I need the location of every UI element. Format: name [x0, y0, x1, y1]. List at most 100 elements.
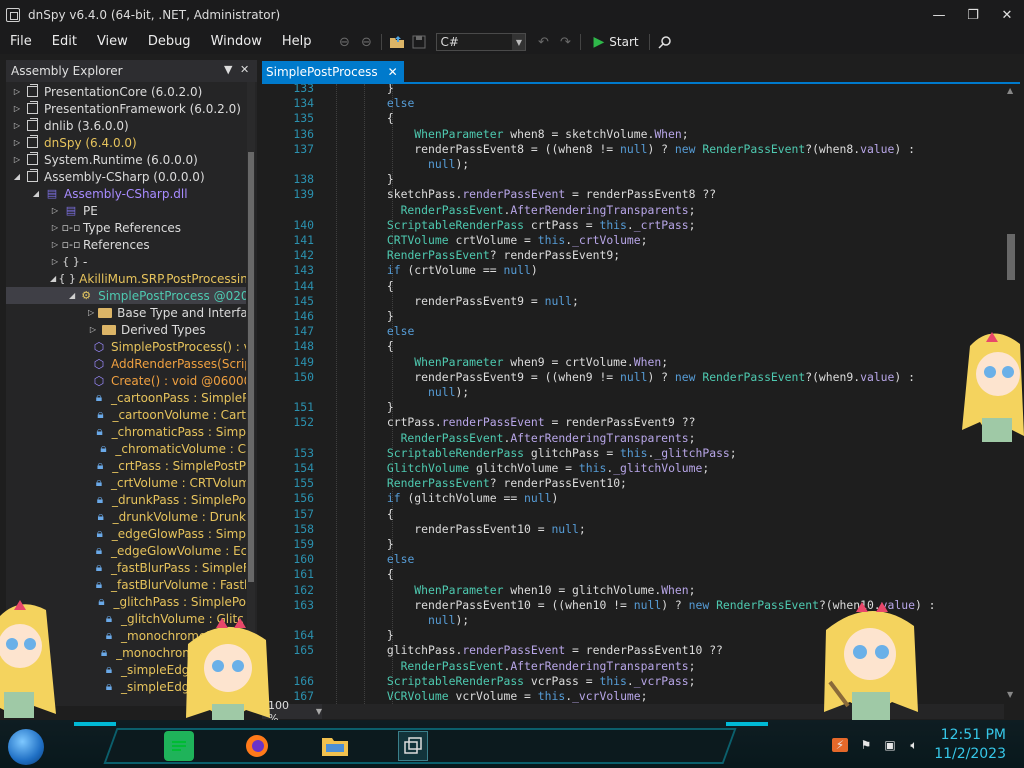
notepad-app-icon[interactable] — [164, 731, 194, 761]
expand-arrow-icon[interactable]: ▷ — [12, 104, 22, 113]
code-line[interactable]: RenderPassEvent.AfterRenderingTransparen… — [332, 203, 696, 217]
tree-node[interactable]: 🔒︎ _drunkPass : SimplePo — [6, 491, 246, 508]
navigate-forward-icon[interactable]: ⊖ — [356, 32, 376, 52]
tree-node[interactable]: ◢ Assembly-CSharp (0.0.0.0) — [6, 168, 246, 185]
tree-node[interactable]: 🔒︎ _fastBlurVolume : Fastl — [6, 576, 246, 593]
code-line[interactable]: else — [332, 96, 414, 110]
dnspy-taskbar-icon[interactable] — [398, 731, 428, 761]
save-all-icon[interactable] — [409, 32, 429, 52]
file-explorer-icon[interactable] — [320, 731, 350, 761]
tree-node[interactable]: 🔒︎ _crtVolume : CRTVolum — [6, 474, 246, 491]
code-line[interactable]: ScriptableRenderPass crtPass = this._crt… — [332, 218, 696, 232]
tree-node[interactable]: ▷ Derived Types — [6, 321, 246, 338]
code-line[interactable]: ScriptableRenderPass glitchPass = this._… — [332, 446, 737, 460]
tray-app-icon[interactable]: ⚡ — [832, 738, 848, 752]
code-line[interactable]: WhenParameter when8 = sketchVolume.When; — [332, 127, 688, 141]
expand-arrow-icon[interactable]: ▷ — [12, 121, 22, 130]
network-icon[interactable]: ▣ — [882, 738, 898, 752]
collapse-arrow-icon[interactable]: ◢ — [12, 172, 22, 181]
firefox-icon[interactable] — [242, 731, 272, 761]
tree-node[interactable]: ▷ System.Runtime (6.0.0.0) — [6, 151, 246, 168]
code-line[interactable]: renderPassEvent10 = null; — [332, 522, 585, 536]
code-line[interactable]: } — [332, 84, 394, 95]
tree-node[interactable]: 🔒︎ _cartoonPass : SimpleP — [6, 389, 246, 406]
start-debug-button[interactable]: ▶ Start — [593, 34, 638, 50]
code-line[interactable]: if (crtVolume == null) — [332, 263, 538, 277]
language-select[interactable]: C# ▼ — [436, 33, 527, 51]
menu-file[interactable]: File — [0, 30, 42, 54]
tree-node[interactable]: 🔒︎ _edgeGlowVolume : Ec — [6, 542, 246, 559]
tree-node[interactable]: ⬡ Create() : void @06000 — [6, 372, 246, 389]
expand-arrow-icon[interactable]: ▷ — [50, 257, 60, 266]
tree-node[interactable]: 🔒︎ _chromaticPass : Simp — [6, 423, 246, 440]
tree-node[interactable]: 🔒︎ _edgeGlowPass : Simp — [6, 525, 246, 542]
tree-node[interactable]: 🔒︎ _crtPass : SimplePostP — [6, 457, 246, 474]
code-line[interactable]: } — [332, 309, 394, 323]
tab-simplepostprocess[interactable]: SimplePostProcess ✕ — [262, 61, 404, 82]
code-line[interactable]: RenderPassEvent.AfterRenderingTransparen… — [332, 431, 696, 445]
expand-arrow-icon[interactable]: ▷ — [12, 138, 22, 147]
collapse-arrow-icon[interactable]: ◢ — [31, 189, 41, 198]
code-line[interactable]: } — [332, 400, 394, 414]
tree-node[interactable]: ▷ PresentationCore (6.0.2.0) — [6, 83, 246, 100]
explorer-scroll-thumb[interactable] — [248, 152, 254, 582]
action-center-flag-icon[interactable]: ⚑ — [858, 738, 874, 752]
tree-node[interactable]: ▷ ▤ PE — [6, 202, 246, 219]
code-line[interactable]: VCRVolume vcrVolume = this._vcrVolume; — [332, 689, 648, 703]
code-line[interactable]: crtPass.renderPassEvent = renderPassEven… — [332, 415, 696, 429]
code-line[interactable]: else — [332, 552, 414, 566]
code-line[interactable]: { — [332, 111, 394, 125]
code-line[interactable]: { — [332, 507, 394, 521]
maximize-button[interactable]: ❐ — [956, 0, 990, 30]
tree-node[interactable]: ◢{ } AkilliMum.SRP.PostProcessing — [6, 270, 246, 287]
expand-arrow-icon[interactable]: ▷ — [12, 87, 22, 96]
menu-debug[interactable]: Debug — [138, 30, 201, 54]
code-line[interactable]: } — [332, 537, 394, 551]
expand-arrow-icon[interactable]: ▷ — [50, 223, 60, 232]
code-line[interactable]: { — [332, 339, 394, 353]
tree-node[interactable]: ⬡ AddRenderPasses(Scrip — [6, 355, 246, 372]
expand-arrow-icon[interactable]: ▷ — [88, 308, 94, 317]
tree-node[interactable]: 🔒︎ _fastBlurPass : SimpleF — [6, 559, 246, 576]
menu-edit[interactable]: Edit — [42, 30, 87, 54]
navigate-back-icon[interactable]: ⊖ — [334, 32, 354, 52]
explorer-scrollbar[interactable] — [247, 82, 255, 702]
tree-node[interactable]: 🔒︎ _chromaticVolume : C — [6, 440, 246, 457]
search-icon[interactable] — [655, 32, 675, 52]
code-line[interactable]: RenderPassEvent.AfterRenderingTransparen… — [332, 659, 696, 673]
tree-node[interactable]: ▷ Base Type and Interfac — [6, 304, 246, 321]
close-button[interactable]: ✕ — [990, 0, 1024, 30]
code-line[interactable]: { — [332, 567, 394, 581]
expand-arrow-icon[interactable]: ▷ — [12, 155, 22, 164]
menu-view[interactable]: View — [87, 30, 138, 54]
code-line[interactable]: } — [332, 628, 394, 642]
code-line[interactable]: sketchPass.renderPassEvent = renderPassE… — [332, 187, 716, 201]
collapse-arrow-icon[interactable]: ◢ — [69, 291, 75, 300]
tree-node[interactable]: ▷{ } - — [6, 253, 246, 270]
tree-node[interactable]: ◢ ▤ Assembly-CSharp.dll — [6, 185, 246, 202]
code-line[interactable]: } — [332, 172, 394, 186]
scroll-up-icon[interactable]: ▲ — [1007, 86, 1013, 95]
collapse-arrow-icon[interactable]: ◢ — [50, 274, 56, 283]
tree-node[interactable]: ▷ dnlib (3.6.0.0) — [6, 117, 246, 134]
code-line[interactable]: { — [332, 279, 394, 293]
undo-icon[interactable]: ↶ — [533, 32, 553, 52]
tree-node[interactable]: 🔒︎ _cartoonVolume : Cart — [6, 406, 246, 423]
expand-arrow-icon[interactable]: ▷ — [50, 206, 60, 215]
scroll-down-icon[interactable]: ▼ — [1007, 690, 1013, 699]
code-line[interactable]: null); — [332, 157, 469, 171]
code-line[interactable]: RenderPassEvent? renderPassEvent9; — [332, 248, 620, 262]
code-line[interactable]: null); — [332, 613, 469, 627]
code-line[interactable]: glitchPass.renderPassEvent = renderPassE… — [332, 643, 723, 657]
code-line[interactable]: ScriptableRenderPass vcrPass = this._vcr… — [332, 674, 696, 688]
minimize-button[interactable]: — — [922, 0, 956, 30]
start-orb-icon[interactable] — [8, 729, 44, 765]
code-line[interactable]: if (glitchVolume == null) — [332, 491, 558, 505]
close-tab-icon[interactable]: ✕ — [388, 65, 398, 79]
panel-menu-chevron-icon[interactable]: ▼ — [224, 63, 232, 76]
code-line[interactable]: CRTVolume crtVolume = this._crtVolume; — [332, 233, 648, 247]
code-line[interactable]: renderPassEvent8 = ((when8 != null) ? ne… — [332, 142, 915, 156]
code-line[interactable]: WhenParameter when9 = crtVolume.When; — [332, 355, 668, 369]
expand-arrow-icon[interactable]: ▷ — [50, 240, 60, 249]
tree-node[interactable]: ▷ ▫-▫ Type References — [6, 219, 246, 236]
